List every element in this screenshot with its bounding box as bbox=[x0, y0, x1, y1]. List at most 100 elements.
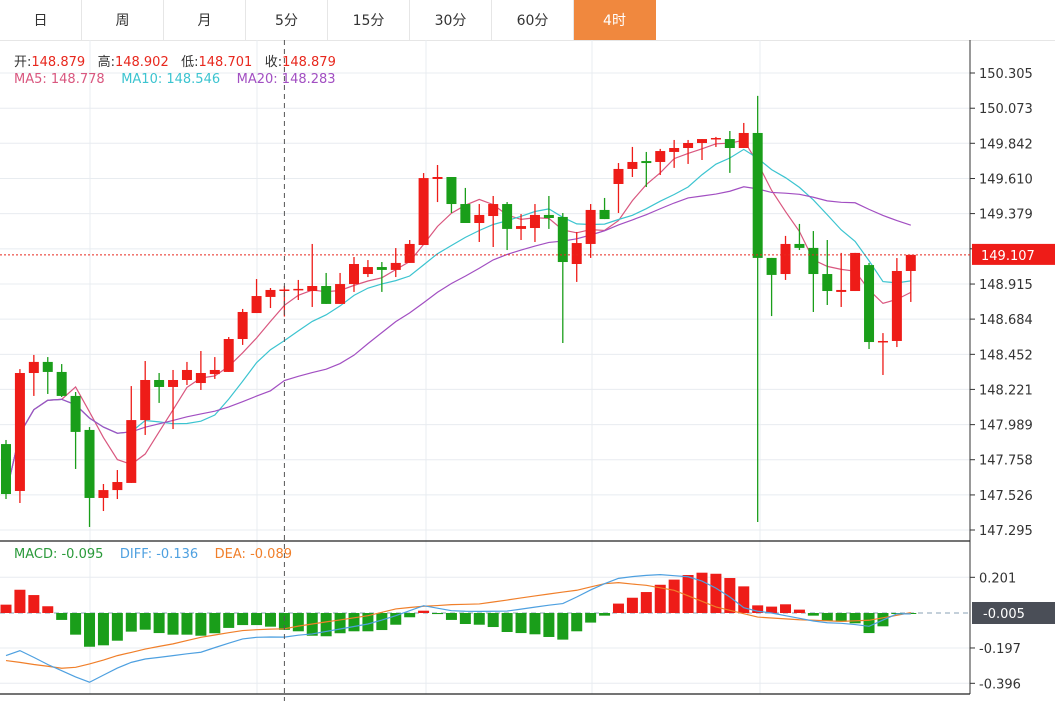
macd-bar bbox=[139, 613, 151, 630]
candle-body bbox=[335, 284, 346, 304]
macd-bar bbox=[181, 613, 193, 635]
macd-value: MACD: -0.095 bbox=[14, 547, 104, 562]
ma10-line bbox=[5, 148, 911, 495]
candle bbox=[84, 427, 95, 527]
candle bbox=[335, 272, 346, 304]
candle bbox=[474, 204, 485, 242]
close-value: 148.879 bbox=[282, 55, 336, 70]
candle bbox=[404, 240, 415, 263]
macd-legend: MACD: -0.095 DIFF: -0.136 DEA: -0.089 bbox=[14, 547, 292, 562]
macd-bar bbox=[529, 613, 541, 635]
candle bbox=[265, 287, 276, 309]
price-axis-label: 149.842 bbox=[979, 137, 1033, 152]
candle bbox=[293, 279, 304, 300]
macd-bar bbox=[70, 613, 82, 635]
candle bbox=[223, 337, 234, 372]
ma20-line bbox=[5, 186, 911, 495]
macd-bar bbox=[264, 613, 276, 627]
candle bbox=[168, 369, 179, 430]
candle-body bbox=[864, 265, 875, 343]
macd-bar bbox=[56, 613, 68, 620]
candles bbox=[1, 95, 916, 527]
candle-body bbox=[877, 340, 888, 343]
macd-bar bbox=[432, 613, 444, 615]
candle-body bbox=[460, 204, 471, 224]
candle bbox=[794, 223, 805, 251]
macd-bar bbox=[209, 613, 221, 634]
close-label: 收: bbox=[264, 55, 283, 70]
candle-body bbox=[28, 361, 39, 374]
candle-body bbox=[404, 243, 415, 263]
candle bbox=[14, 369, 25, 503]
price-axis-label: 150.073 bbox=[979, 102, 1033, 117]
ohlc-legend: 开:148.879 高:148.902 低:148.701 收:148.879 bbox=[14, 51, 336, 70]
macd-axis-label: -0.396 bbox=[979, 677, 1021, 692]
macd-axis-label: -0.197 bbox=[979, 642, 1021, 657]
low-label: 低: bbox=[181, 55, 199, 70]
candle-body bbox=[474, 214, 485, 224]
candle-body bbox=[168, 379, 179, 387]
candle bbox=[669, 139, 680, 168]
candle bbox=[181, 361, 192, 386]
candle bbox=[502, 202, 513, 251]
candle-body bbox=[70, 395, 81, 432]
candle bbox=[446, 177, 457, 213]
candle bbox=[655, 148, 666, 176]
candle-body bbox=[738, 132, 749, 149]
candle bbox=[780, 235, 791, 280]
macd-bar bbox=[501, 613, 513, 632]
macd-bar bbox=[696, 572, 708, 613]
macd-bar bbox=[626, 597, 638, 613]
macd-bar bbox=[42, 606, 54, 613]
price-axis-label: 147.989 bbox=[979, 419, 1033, 434]
candle bbox=[724, 130, 735, 173]
macd-bar bbox=[0, 604, 12, 613]
kline-chart[interactable]: 150.305 150.073 149.842 149.610 149.379 149.1… bbox=[0, 0, 1055, 701]
candle bbox=[599, 197, 610, 220]
ma5-value: MA5: 148.778 bbox=[14, 72, 105, 87]
macd-bar bbox=[543, 613, 555, 637]
macd-bar bbox=[612, 603, 624, 613]
candle bbox=[836, 252, 847, 307]
candle-body bbox=[98, 490, 109, 498]
candle-body bbox=[557, 216, 568, 263]
price-axis-label: 150.305 bbox=[979, 67, 1033, 82]
macd-bar bbox=[487, 613, 499, 628]
candle-body bbox=[140, 379, 151, 421]
price-axis-label: 147.526 bbox=[979, 489, 1033, 504]
macd-bar bbox=[640, 592, 652, 613]
candle bbox=[98, 483, 109, 512]
macd-bar bbox=[111, 613, 123, 641]
candle-body bbox=[195, 373, 206, 384]
candle-body bbox=[446, 177, 457, 205]
candle-body bbox=[56, 371, 67, 396]
dea-value: DEA: -0.089 bbox=[214, 547, 292, 562]
candle-body bbox=[84, 429, 95, 498]
price-axis-label: 147.758 bbox=[979, 454, 1033, 469]
candle-body bbox=[697, 139, 707, 143]
candle bbox=[42, 357, 53, 394]
macd-current-label: -0.005 bbox=[983, 607, 1025, 622]
candle bbox=[557, 212, 568, 343]
candle bbox=[195, 350, 206, 391]
candle-body bbox=[641, 161, 652, 164]
candle-body bbox=[1, 444, 11, 495]
high-label: 高: bbox=[97, 55, 115, 70]
candle bbox=[891, 258, 902, 348]
candle-body bbox=[891, 270, 902, 341]
price-axis: 150.305 150.073 149.842 149.610 149.379 149.1… bbox=[0, 40, 1055, 701]
candle-body bbox=[669, 148, 680, 152]
candle bbox=[209, 357, 220, 379]
candle bbox=[752, 95, 763, 522]
macd-bar bbox=[668, 579, 680, 613]
macd-bar bbox=[97, 613, 109, 646]
candle-body bbox=[571, 243, 582, 264]
candle-body bbox=[376, 267, 387, 270]
candle-body bbox=[766, 257, 777, 275]
candle-body bbox=[293, 288, 304, 291]
candle-body bbox=[529, 214, 540, 229]
candle-body bbox=[780, 243, 791, 275]
candle-body bbox=[349, 263, 359, 285]
macd-bar bbox=[863, 613, 875, 634]
candle-body bbox=[683, 142, 694, 149]
